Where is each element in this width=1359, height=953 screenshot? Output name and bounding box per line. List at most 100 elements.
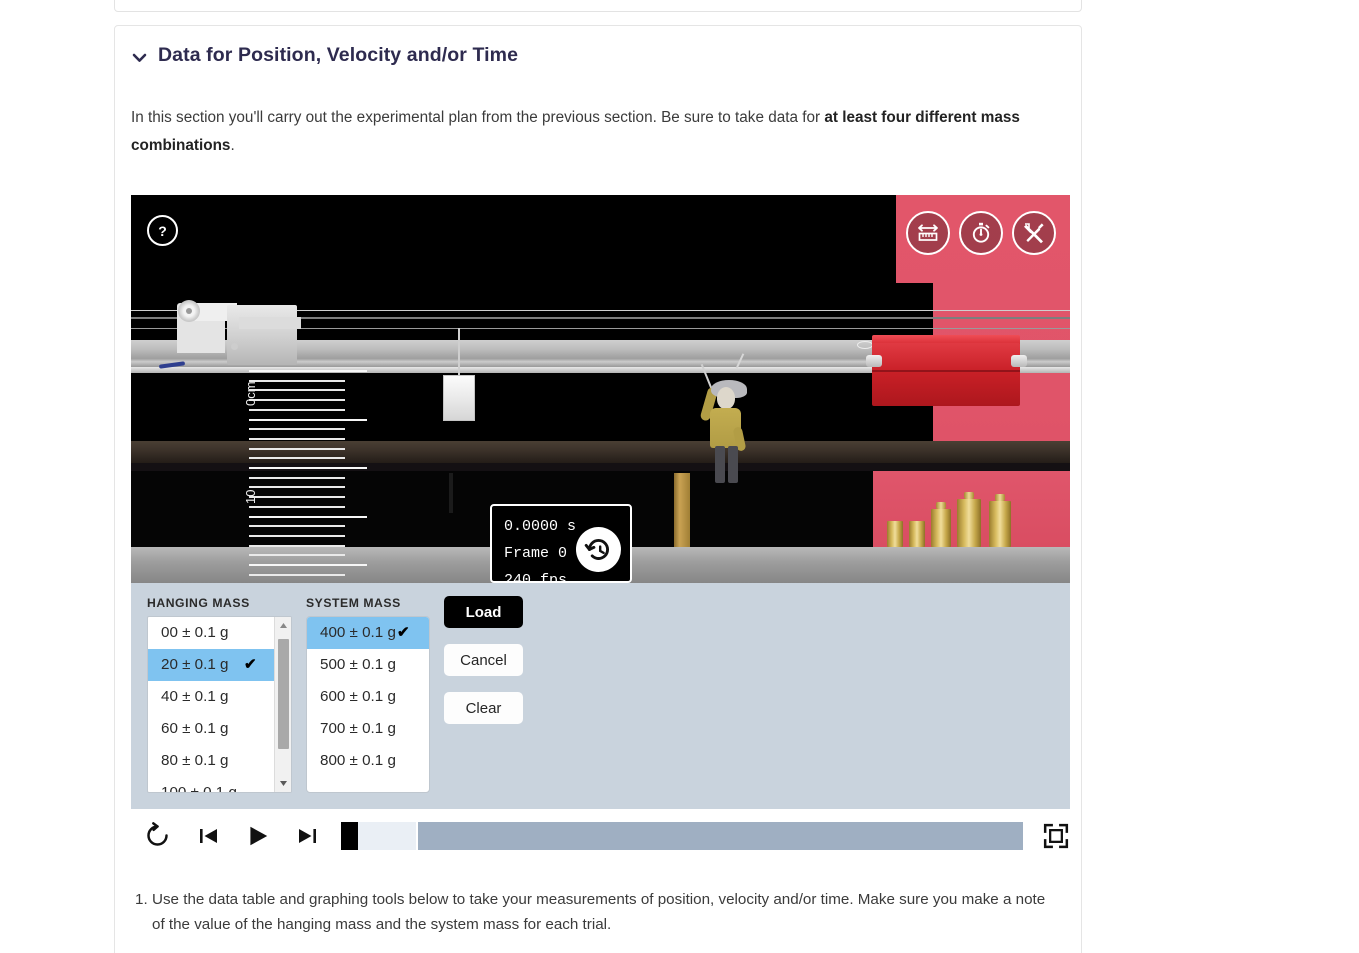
page-title: Data for Position, Velocity and/or Time	[158, 44, 519, 66]
previous-card	[114, 0, 1082, 12]
ruler-tick	[249, 467, 367, 470]
ruler-label: 0cm	[243, 381, 258, 406]
ruler-tick	[249, 447, 345, 450]
list-item-label: 20 ± 0.1 g	[161, 656, 229, 673]
step-backward-icon[interactable]	[196, 822, 223, 850]
list-item[interactable]: 40 ± 0.1 g	[148, 681, 291, 713]
ruler-tick	[249, 515, 367, 518]
scrollbar[interactable]	[274, 617, 291, 792]
video-scrubber[interactable]	[340, 821, 1024, 850]
list-item[interactable]: 400 ± 0.1 g ✔	[307, 617, 429, 649]
ruler-tick	[249, 418, 367, 421]
list-item[interactable]: 600 ± 0.1 g	[307, 681, 429, 713]
system-mass-column: SYSTEM MASS 400 ± 0.1 g ✔ 500 ± 0.1 g 600 ±…	[306, 596, 430, 793]
list-item-number: 1.	[135, 891, 148, 908]
scrollbar-thumb[interactable]	[278, 639, 289, 749]
list-item-label: 40 ± 0.1 g	[161, 688, 229, 705]
hanging-mass-block	[443, 375, 475, 421]
ruler-tick	[249, 476, 345, 479]
ruler-tick	[249, 399, 345, 402]
section-header[interactable]: Data for Position, Velocity and/or Time	[131, 44, 518, 67]
figurine-leg-right	[728, 446, 738, 483]
ruler-tick	[249, 525, 345, 528]
list-item[interactable]: 60 ± 0.1 g	[148, 713, 291, 745]
list-item-label: 400 ± 0.1 g	[320, 624, 396, 641]
pulley-hub	[186, 308, 192, 314]
scroll-down-icon[interactable]	[275, 775, 291, 792]
brass-weight-knob	[995, 494, 1005, 501]
scrubber-buffer	[357, 821, 416, 850]
playback-controls	[131, 809, 1070, 862]
system-mass-listbox[interactable]: 400 ± 0.1 g ✔ 500 ± 0.1 g 600 ± 0.1 g 700 ± …	[306, 616, 430, 793]
ruler-tick	[249, 428, 345, 431]
ruler-tick	[249, 505, 345, 508]
video-tool-buttons	[906, 211, 1056, 255]
list-item[interactable]: 100 ± 0.1 g	[148, 777, 291, 793]
ruler-tick	[249, 379, 345, 382]
ruler-tick	[249, 457, 345, 460]
list-item[interactable]: 700 ± 0.1 g	[307, 713, 429, 745]
stopwatch-icon[interactable]	[959, 211, 1003, 255]
scroll-up-icon[interactable]	[275, 617, 291, 634]
video-analysis-widget: 0cm1020	[131, 195, 1070, 862]
list-item-label: 500 ± 0.1 g	[320, 656, 396, 673]
replay-icon[interactable]	[141, 819, 174, 853]
check-icon: ✔	[244, 656, 257, 673]
ruler-tick	[249, 496, 345, 499]
ruler-tick	[249, 408, 345, 411]
track-clamp	[227, 305, 297, 365]
ruler-tick	[249, 389, 345, 392]
ruler-tick	[249, 564, 367, 567]
brass-weight	[957, 499, 981, 547]
scrubber-track[interactable]	[417, 821, 1024, 850]
help-icon[interactable]: ?	[147, 215, 178, 246]
tools-wrench-icon[interactable]	[1012, 211, 1056, 255]
brass-weight	[931, 509, 951, 547]
hanging-string	[458, 328, 460, 376]
list-item[interactable]: 20 ± 0.1 g ✔	[148, 649, 291, 681]
list-item-label: 60 ± 0.1 g	[161, 720, 229, 737]
timestamp-time: 0.0000 s	[504, 518, 577, 535]
ruler-tick	[249, 544, 345, 547]
list-item-label: 600 ± 0.1 g	[320, 688, 396, 705]
step-forward-icon[interactable]	[294, 822, 321, 850]
section-card: Data for Position, Velocity and/or Time …	[114, 25, 1082, 953]
chevron-down-icon[interactable]	[131, 49, 148, 66]
list-item-label: 00 ± 0.1 g	[161, 624, 229, 641]
hanging-mass-column: HANGING MASS 00 ± 0.1 g 20 ± 0.1 g ✔ 40 ± 0…	[147, 596, 292, 793]
replay-clock-icon[interactable]	[576, 527, 621, 572]
intro-text-1: In this section you'll carry out the exp…	[131, 109, 825, 126]
page-root: Data for Position, Velocity and/or Time …	[0, 0, 1359, 953]
cancel-button[interactable]: Cancel	[444, 644, 523, 676]
list-item[interactable]: 80 ± 0.1 g	[148, 745, 291, 777]
mass-selection-panel: HANGING MASS 00 ± 0.1 g 20 ± 0.1 g ✔ 40 ± 0…	[131, 583, 1070, 809]
scrubber-handle[interactable]	[340, 821, 358, 850]
panel-action-buttons: Load Cancel Clear	[444, 596, 544, 740]
fullscreen-icon[interactable]	[1041, 821, 1070, 851]
instructions-list: 1. Use the data table and graphing tools…	[131, 887, 1061, 937]
figurine-leg-left	[715, 446, 725, 483]
red-cart	[872, 343, 1020, 406]
video-frame[interactable]: 0cm1020	[131, 195, 1070, 583]
track-clamp-plate	[239, 317, 301, 329]
cart-wheel-left	[866, 355, 882, 367]
ruler-tick	[249, 437, 345, 440]
hanging-mass-label: HANGING MASS	[147, 596, 250, 610]
timestamp-frame: Frame 0	[504, 545, 568, 562]
clear-button[interactable]: Clear	[444, 692, 523, 724]
wood-post	[674, 473, 690, 547]
list-item[interactable]: 00 ± 0.1 g	[148, 617, 291, 649]
ruler-measure-icon[interactable]	[906, 211, 950, 255]
load-button[interactable]: Load	[444, 596, 523, 628]
system-mass-label: SYSTEM MASS	[306, 596, 401, 610]
list-item-label: 100 ± 0.1 g	[161, 784, 237, 793]
check-icon: ✔	[397, 624, 410, 641]
list-item[interactable]: 800 ± 0.1 g	[307, 745, 429, 777]
hanging-mass-listbox[interactable]: 00 ± 0.1 g 20 ± 0.1 g ✔ 40 ± 0.1 g 60 ± 0.1 …	[147, 616, 292, 793]
list-item-label: 80 ± 0.1 g	[161, 752, 229, 769]
list-item-label: 700 ± 0.1 g	[320, 720, 396, 737]
play-icon[interactable]	[245, 822, 272, 850]
cart-seam	[872, 370, 1020, 372]
list-item[interactable]: 500 ± 0.1 g	[307, 649, 429, 681]
brass-weight-knob	[936, 502, 946, 509]
